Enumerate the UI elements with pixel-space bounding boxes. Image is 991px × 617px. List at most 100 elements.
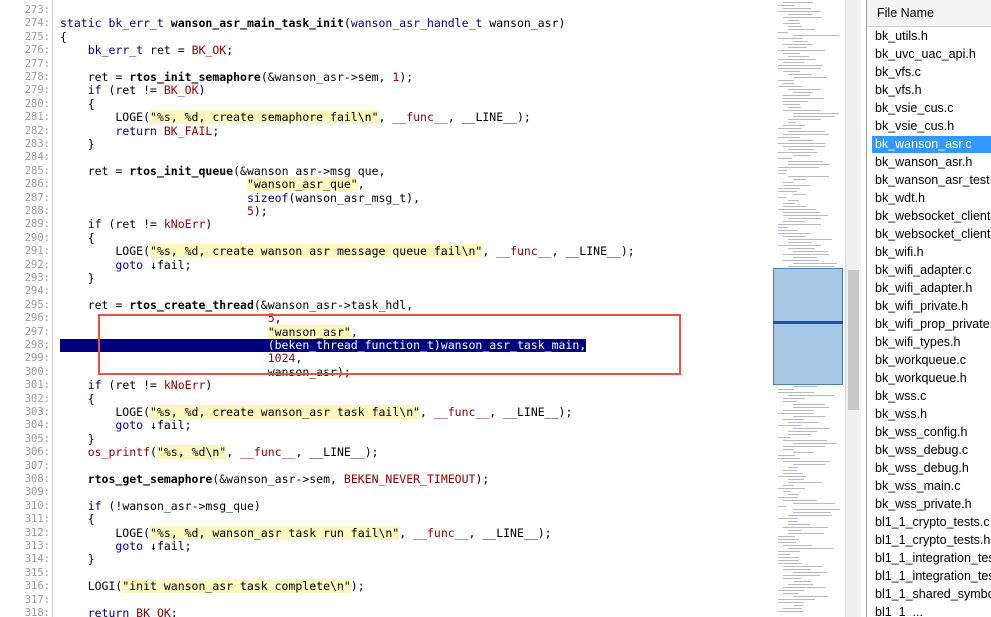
code-line[interactable]: 273: — [0, 4, 770, 17]
code-line[interactable]: 307: — [0, 460, 770, 473]
file-list-item[interactable]: bk_vsie_cus.h — [872, 118, 991, 135]
code-text: } — [60, 137, 95, 151]
code-line[interactable]: 306: os_printf("%s, %d\n", __func__, __L… — [0, 445, 770, 460]
file-list-item[interactable]: bk_vsie_cus.c — [872, 100, 991, 117]
file-list-panel[interactable]: File Name bk_utils.h bk_uvc_uac_api.h bk_v… — [866, 0, 991, 617]
minimap-line — [783, 83, 794, 84]
code-line[interactable]: 276: bk_err_t ret = BK_OK; — [0, 43, 770, 58]
code-line[interactable]: 280: { — [0, 97, 770, 111]
file-list-item[interactable]: bl1_1_crypto_tests.h — [872, 532, 991, 549]
code-token: , __LINE__); — [447, 110, 531, 125]
code-line[interactable]: 277: — [0, 58, 770, 71]
file-list-item[interactable]: bk_wss_private.h — [872, 496, 991, 513]
file-list-item[interactable]: bk_wifi_types.h — [872, 334, 991, 351]
code-line[interactable]: 304: goto ↓fail; — [0, 419, 770, 432]
code-line[interactable]: 303: LOGE("%s, %d, create wanson_asr tas… — [0, 405, 770, 419]
code-minimap[interactable] — [770, 0, 845, 617]
scrollbar-thumb[interactable] — [848, 270, 859, 410]
minimap-line — [788, 242, 812, 243]
code-line[interactable]: 282: return BK_FAIL; — [0, 124, 770, 138]
code-line[interactable]: 287: sizeof(wanson_asr_msg_t), — [0, 191, 770, 205]
minimap-line — [783, 62, 805, 63]
file-list-item[interactable]: bl1_1_integration_tes — [872, 568, 991, 585]
code-line[interactable]: 284: — [0, 151, 770, 164]
code-token: ; — [226, 43, 234, 58]
code-token: ↓fail; — [150, 539, 192, 553]
file-list-item[interactable]: bk_wss.h — [872, 406, 991, 423]
code-line[interactable]: 293: } — [0, 271, 770, 285]
file-list-item[interactable]: bk_wss_debug.h — [872, 460, 991, 477]
code-line[interactable]: 313: goto ↓fail; — [0, 539, 770, 553]
file-list-item[interactable]: bk_wanson_asr.h — [872, 154, 991, 171]
code-line[interactable]: 274: static bk_err_t wanson_asr_main_task… — [0, 17, 770, 30]
file-list-item[interactable]: bl1_1_integration_tes — [872, 550, 991, 567]
minimap-line — [783, 146, 825, 147]
file-list-item[interactable]: bk_vfs.c — [872, 64, 991, 81]
code-line[interactable]: 316: LOGI("init wanson_asr task complete… — [0, 579, 770, 594]
file-list-item[interactable]: bk_wdt.h — [872, 190, 991, 207]
code-line[interactable]: 281: LOGE("%s, %d, create semaphore fail… — [0, 110, 770, 125]
vertical-scrollbar[interactable] — [845, 0, 861, 617]
minimap-line — [788, 548, 833, 549]
code-line[interactable]: 279: if (ret != BK_OK) — [0, 84, 770, 97]
code-line[interactable]: 286: "wanson_asr_que", — [0, 177, 770, 192]
file-list-item[interactable]: bk_wifi_adapter.c — [872, 262, 991, 279]
code-line[interactable]: 301: if (ret != kNoErr) — [0, 378, 770, 392]
code-line[interactable]: 317: — [0, 594, 770, 607]
file-list-item[interactable]: bk_workqueue.h — [872, 370, 991, 387]
code-line[interactable]: 295: ret = rtos_create_thread(&wanson_as… — [0, 298, 770, 312]
file-list-item[interactable]: bk_wifi_prop_private — [872, 316, 991, 333]
file-list-item[interactable]: bk_wss_config.h — [872, 424, 991, 441]
file-list-item[interactable]: bk_vfs.h — [872, 82, 991, 99]
code-line[interactable]: 292: goto ↓fail; — [0, 258, 770, 272]
code-token: ret = — [150, 43, 192, 58]
file-list-item[interactable]: bl1_1_shared_symbo — [872, 586, 991, 603]
file-list-item[interactable]: bk_workqueue.c — [872, 352, 991, 369]
code-line[interactable]: 278: ret = rtos_init_semaphore(&wanson_a… — [0, 70, 770, 84]
code-line[interactable]: 283: } — [0, 137, 770, 151]
code-line[interactable]: 275: { — [0, 30, 770, 44]
code-text: } — [60, 432, 95, 446]
annotation-highlight-box — [98, 314, 681, 375]
code-line[interactable]: 314: } — [0, 553, 770, 566]
code-token: , __LINE__); — [468, 525, 552, 540]
minimap-line — [783, 2, 813, 3]
code-editor[interactable]: 273: 274: static bk_err_t wanson_asr_main_… — [0, 0, 770, 617]
code-line[interactable]: 302: { — [0, 392, 770, 406]
code-token: ) — [205, 217, 213, 232]
code-line[interactable]: 318: return BK_OK; — [0, 606, 770, 617]
file-list-item[interactable]: bk_websocket_client — [872, 226, 991, 243]
file-list-item[interactable]: bk_wanson_asr_test. — [872, 172, 991, 189]
file-name-column-header[interactable]: File Name — [867, 0, 991, 27]
file-list-item[interactable]: bk_wss_main.c — [872, 478, 991, 495]
file-list-item[interactable]: bk_wanson_asr.c — [872, 136, 991, 153]
code-line[interactable]: 289: if (ret != kNoErr) — [0, 218, 770, 231]
file-list-item[interactable]: bk_wifi_adapter.h — [872, 280, 991, 297]
code-line[interactable]: 309: — [0, 486, 770, 499]
minimap-viewport[interactable] — [773, 268, 843, 385]
code-line[interactable]: 291: LOGE("%s, %d, create wanson asr mes… — [0, 244, 770, 259]
file-list-item[interactable]: bl1_1_crypto_tests.c — [872, 514, 991, 531]
code-line[interactable]: 290: { — [0, 231, 770, 245]
file-list-item[interactable]: bk_websocket_client — [872, 208, 991, 225]
code-text: LOGE("%s, %d, create wanson_asr task fai… — [60, 405, 572, 419]
code-line[interactable]: 288: 5); — [0, 204, 770, 218]
file-list-item[interactable]: bk_wifi.h — [872, 244, 991, 261]
file-list-item[interactable]: bk_wss_debug.c — [872, 442, 991, 459]
file-list-item[interactable]: bk_wifi_private.h — [872, 298, 991, 315]
code-line[interactable]: 305: } — [0, 432, 770, 446]
minimap-line — [788, 140, 813, 141]
file-list-item[interactable]: bk_wss.c — [872, 388, 991, 405]
file-list-item[interactable]: bk_utils.h — [872, 28, 991, 45]
code-line[interactable]: 315: — [0, 567, 770, 580]
code-line[interactable]: 308: rtos_get_semaphore(&wanson_asr->sem… — [0, 472, 770, 486]
code-line[interactable]: 294: — [0, 285, 770, 298]
code-line[interactable]: 312: LOGE("%s, %d, wanson_asr task run f… — [0, 525, 770, 540]
line-number: 312: — [24, 526, 50, 539]
file-list-item[interactable]: bk_uvc_uac_api.h — [872, 46, 991, 63]
code-line[interactable]: 285: ret = rtos_init_queue(&wanson_asr->… — [0, 164, 770, 178]
code-line[interactable]: 311: { — [0, 512, 770, 526]
file-list-item[interactable]: bl1_1_... — [872, 604, 991, 617]
code-line[interactable]: 310: if (!wanson_asr->msg_que) — [0, 499, 770, 513]
